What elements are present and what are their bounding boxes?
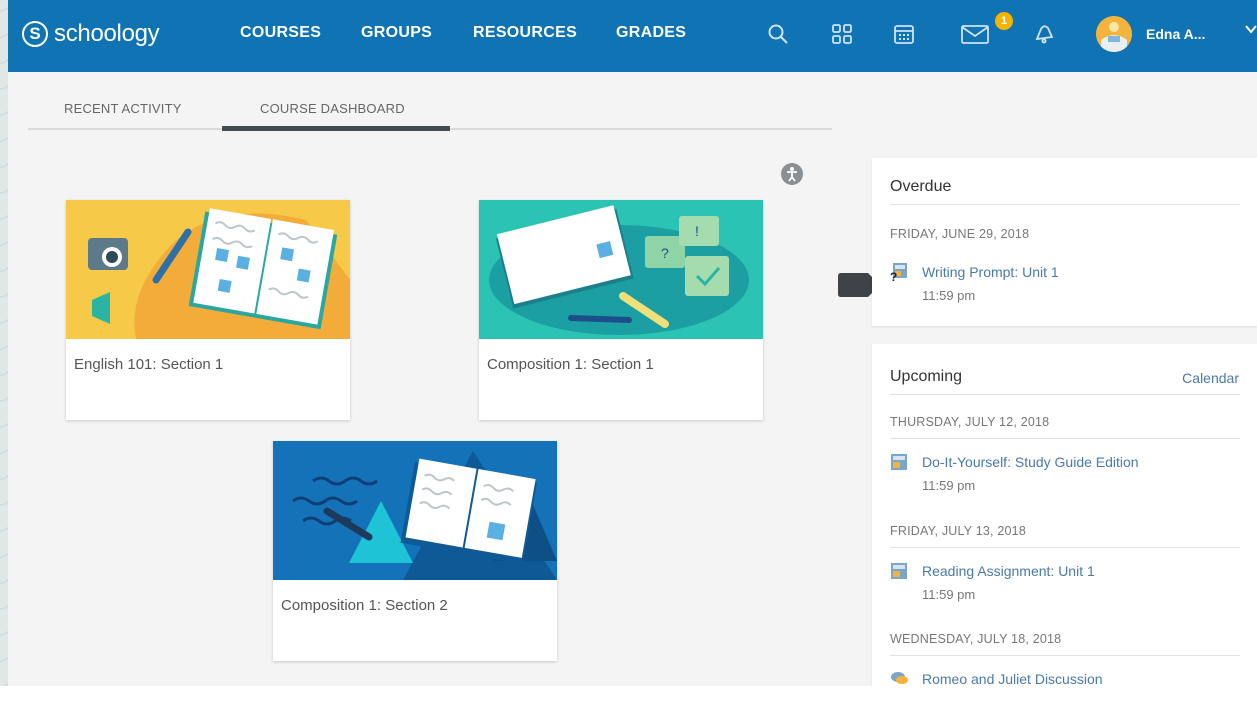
assignment-icon xyxy=(890,562,910,580)
course-art-english xyxy=(66,200,350,339)
logo-mark-icon: S xyxy=(22,21,48,47)
panel-divider xyxy=(890,204,1240,205)
chevron-down-icon[interactable] xyxy=(1244,22,1257,41)
upcoming-item-link[interactable]: Reading Assignment: Unit 1 xyxy=(922,563,1095,579)
logo-wordmark: schoology xyxy=(54,20,160,47)
svg-text:?: ? xyxy=(890,270,897,282)
nav-grades[interactable]: GRADES xyxy=(616,24,686,42)
active-tab-indicator xyxy=(222,126,450,131)
assignment-icon: ? xyxy=(890,262,910,284)
panel-divider xyxy=(890,547,1240,548)
upcoming-item-link[interactable]: Romeo and Juliet Discussion xyxy=(922,671,1103,686)
nav-courses[interactable]: COURSES xyxy=(240,24,321,42)
date-label: FRIDAY, JULY 13, 2018 xyxy=(890,524,1026,538)
date-label: THURSDAY, JULY 12, 2018 xyxy=(890,415,1050,429)
course-card-english-101[interactable]: English 101: Section 1 xyxy=(66,200,350,420)
course-title[interactable]: English 101: Section 1 xyxy=(74,356,223,373)
tab-course-dashboard[interactable]: COURSE DASHBOARD xyxy=(260,101,405,116)
assignment-icon xyxy=(890,453,910,471)
upcoming-item-link[interactable]: Do-It-Yourself: Study Guide Edition xyxy=(922,454,1139,470)
svg-text:!: ! xyxy=(695,223,699,239)
due-time: 11:59 pm xyxy=(922,478,976,493)
notifications-icon[interactable] xyxy=(1030,20,1058,48)
date-label: WEDNESDAY, JULY 18, 2018 xyxy=(890,632,1062,646)
accessibility-icon[interactable] xyxy=(781,163,803,185)
panel-divider xyxy=(890,655,1240,656)
course-title[interactable]: Composition 1: Section 2 xyxy=(281,597,448,614)
messages-badge: 1 xyxy=(995,12,1013,30)
panel-divider xyxy=(890,394,1240,395)
svg-text:?: ? xyxy=(661,245,669,261)
course-card-composition-1-section-2[interactable]: Composition 1: Section 2 xyxy=(273,441,557,661)
upcoming-panel: Upcoming Calendar THURSDAY, JULY 12, 201… xyxy=(872,344,1257,686)
calendar-icon[interactable] xyxy=(890,20,918,48)
mail-icon[interactable] xyxy=(959,20,991,48)
course-art-composition-1: ? ! xyxy=(479,200,763,339)
user-avatar[interactable] xyxy=(1096,16,1132,52)
search-icon[interactable] xyxy=(764,20,792,48)
overdue-item-link[interactable]: Writing Prompt: Unit 1 xyxy=(922,264,1059,280)
schoology-logo[interactable]: S schoology xyxy=(22,18,160,50)
overdue-heading: Overdue xyxy=(890,178,952,195)
calendar-link[interactable]: Calendar xyxy=(1182,370,1239,386)
overdue-panel: Overdue FRIDAY, JUNE 29, 2018 ? Writing … xyxy=(872,158,1257,326)
due-time: 11:59 pm xyxy=(922,587,976,602)
course-art-composition-2 xyxy=(273,441,557,580)
user-name[interactable]: Edna A... xyxy=(1146,26,1205,42)
upcoming-heading: Upcoming xyxy=(890,368,963,385)
course-title[interactable]: Composition 1: Section 1 xyxy=(487,356,654,373)
discussion-icon xyxy=(890,670,910,686)
top-navigation: S schoology COURSES GROUPS RESOURCES GRA… xyxy=(8,0,1257,72)
bottom-bar xyxy=(0,686,1257,710)
schoology-app: S schoology COURSES GROUPS RESOURCES GRA… xyxy=(8,0,1257,686)
tab-recent-activity[interactable]: RECENT ACTIVITY xyxy=(64,101,182,116)
course-card-composition-1-section-1[interactable]: ? ! Composition 1: Section 1 xyxy=(479,200,763,420)
panel-divider xyxy=(890,438,1240,439)
apps-grid-icon[interactable] xyxy=(828,20,856,48)
nav-groups[interactable]: GROUPS xyxy=(361,24,432,42)
due-time: 11:59 pm xyxy=(922,288,976,303)
nav-resources[interactable]: RESOURCES xyxy=(473,24,577,42)
date-label: FRIDAY, JUNE 29, 2018 xyxy=(890,227,1030,241)
